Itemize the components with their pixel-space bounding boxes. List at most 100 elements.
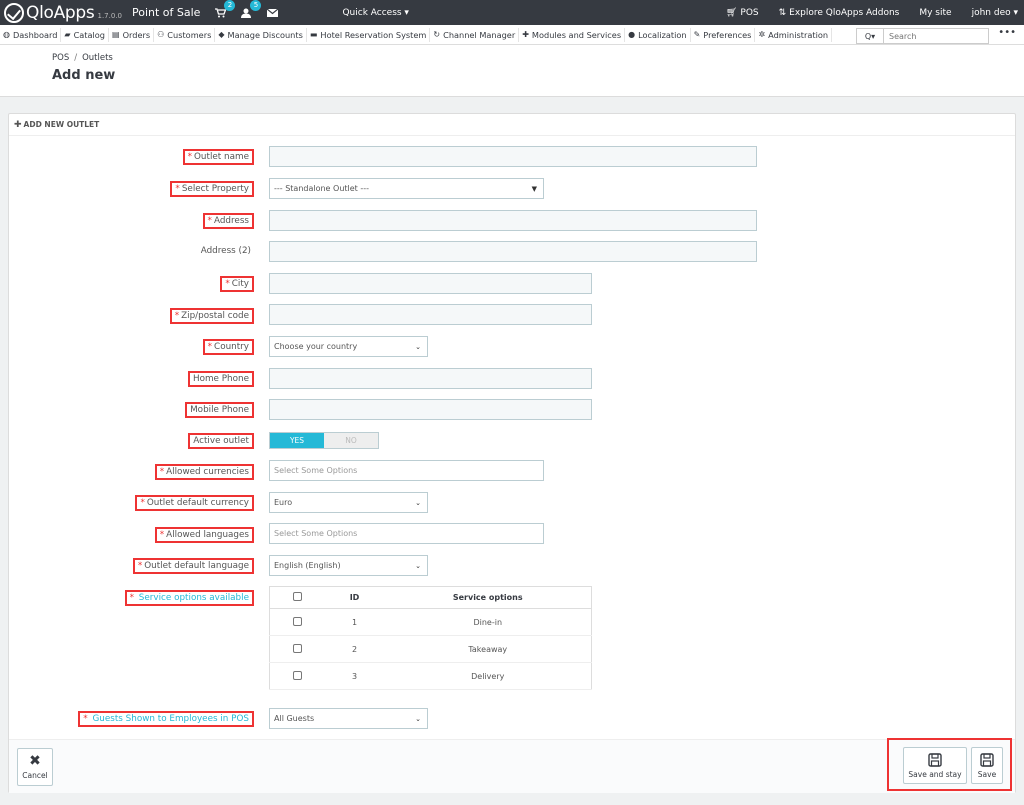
row-checkbox[interactable]: [292, 643, 302, 653]
cart-icon[interactable]: 2: [214, 0, 236, 20]
my-site-link[interactable]: My site: [919, 8, 951, 18]
nav-label: Manage Discounts: [227, 29, 303, 40]
outlet-name-label-text: Outlet name: [194, 152, 249, 162]
city-input[interactable]: [269, 273, 592, 294]
id-header: ID: [324, 586, 385, 609]
top-bar: QloApps 1.7.0.0 Point of Sale 2 5 Quick …: [0, 0, 1024, 25]
explore-addons-link[interactable]: ⇅ Explore QloApps Addons: [779, 8, 900, 18]
nav-channel-manager[interactable]: ↻ Channel Manager: [430, 27, 520, 42]
mail-icon[interactable]: [266, 6, 278, 20]
save-buttons-highlight: Save and stay Save: [887, 738, 1012, 791]
nav-modules[interactable]: ✚ Modules and Services: [519, 27, 626, 42]
row-checkbox[interactable]: [292, 616, 302, 626]
nav-preferences[interactable]: ✎ Preferences: [691, 27, 756, 42]
allowed-currencies-label-text: Allowed currencies: [166, 467, 249, 477]
table-header-row: ID Service options: [269, 586, 592, 609]
cancel-button[interactable]: ✖ Cancel: [17, 748, 53, 786]
city-label-text: City: [231, 279, 249, 289]
quick-access-menu[interactable]: Quick Access ▾: [342, 8, 409, 18]
explore-addons-label: Explore QloApps Addons: [789, 7, 900, 18]
nav-orders[interactable]: ▤ Orders: [109, 27, 155, 42]
default-currency-value: Euro: [274, 498, 293, 507]
toggle-yes[interactable]: YES: [270, 433, 324, 448]
allowed-languages-multiselect[interactable]: Select Some Options: [269, 523, 544, 544]
row-service: Takeaway: [384, 635, 592, 663]
search-input[interactable]: [883, 28, 989, 44]
allowed-currencies-label: * Allowed currencies: [154, 464, 254, 480]
nav-dashboard[interactable]: ◍ Dashboard: [0, 27, 62, 42]
home-phone-input[interactable]: [269, 368, 592, 389]
breadcrumb-outlets[interactable]: Outlets: [82, 53, 113, 63]
nav-customers[interactable]: ⚇ Customers: [154, 27, 216, 42]
chevron-down-icon: ⌄: [415, 714, 421, 723]
guests-shown-select[interactable]: All Guests ⌄: [269, 708, 428, 729]
allowed-languages-label: * Allowed languages: [154, 527, 254, 543]
address-input[interactable]: [269, 210, 757, 231]
guests-shown-label-text: Guests Shown to Employees in POS: [92, 714, 249, 724]
version-label: 1.7.0.0: [97, 11, 122, 20]
select-property-dropdown[interactable]: --- Standalone Outlet --- ▼: [269, 178, 544, 199]
nav-administration[interactable]: ✲ Administration: [755, 27, 833, 42]
logo-check-icon: [4, 2, 24, 23]
service-options-label-text: Service options available: [138, 593, 249, 603]
row-checkbox[interactable]: [292, 670, 302, 680]
cart-badge: 2: [224, 0, 236, 11]
mobile-phone-input[interactable]: [269, 399, 592, 420]
nav-label: Orders: [122, 29, 151, 40]
row-id: 3: [324, 662, 385, 690]
nav-localization[interactable]: ● Localization: [625, 27, 691, 42]
nav-label: Dashboard: [12, 29, 58, 40]
outlet-name-input[interactable]: [269, 146, 757, 167]
breadcrumb-pos[interactable]: POS: [52, 53, 69, 63]
customers-icon: ⚇: [157, 30, 165, 39]
nav-label: Localization: [638, 29, 687, 40]
wrench-icon: ✎: [693, 30, 701, 39]
nav-label: Preferences: [703, 29, 752, 40]
toggle-no[interactable]: NO: [324, 433, 378, 448]
allowed-currencies-multiselect[interactable]: Select Some Options: [269, 460, 544, 481]
nav-hotel-reservation[interactable]: ▬ Hotel Reservation System: [307, 27, 431, 42]
select-property-value: --- Standalone Outlet ---: [274, 184, 370, 193]
default-language-value: English (English): [274, 561, 341, 570]
nav-catalog[interactable]: ▰ Catalog: [61, 27, 110, 42]
default-language-select[interactable]: English (English) ⌄: [269, 555, 428, 576]
pos-link-label: POS: [740, 7, 759, 18]
active-outlet-label: Active outlet: [188, 433, 254, 449]
nav-label: Administration: [768, 29, 829, 40]
search-type-button[interactable]: Q▾: [856, 28, 883, 44]
zip-input[interactable]: [269, 304, 592, 325]
row-service: Dine-in: [384, 608, 592, 636]
address-label: * Address: [202, 213, 254, 229]
nav-label: Modules and Services: [531, 29, 622, 40]
nav-label: Catalog: [73, 29, 106, 40]
save-and-stay-button[interactable]: Save and stay: [903, 747, 967, 784]
app-name: Point of Sale: [131, 6, 201, 19]
page-title: Add new: [52, 68, 116, 83]
breadcrumb: POS / Outlets: [52, 53, 113, 63]
default-currency-label: * Outlet default currency: [135, 495, 254, 511]
save-button[interactable]: Save: [971, 747, 1003, 784]
user-menu[interactable]: john deo ▾: [972, 8, 1018, 18]
select-all-cell: [269, 586, 325, 609]
table-row: 3 Delivery: [269, 662, 592, 690]
zip-label: * Zip/postal code: [169, 308, 254, 324]
row-checkbox-cell: [269, 635, 325, 663]
pos-link[interactable]: 🛒︎ POS: [726, 8, 759, 18]
floppy-disk-icon: [928, 752, 942, 767]
default-currency-select[interactable]: Euro ⌄: [269, 492, 428, 513]
qloapps-logo[interactable]: QloApps 1.7.0.0: [4, 2, 122, 23]
address2-input[interactable]: [269, 241, 757, 262]
addons-icon: ⇅: [778, 7, 787, 18]
main-nav: ◍ Dashboard ▰ Catalog ▤ Orders ⚇ Customers ◆…: [0, 25, 1024, 45]
user-badge: 5: [250, 0, 262, 11]
country-select[interactable]: Choose your country ⌄: [269, 336, 428, 357]
mobile-phone-label-text: Mobile Phone: [190, 405, 249, 415]
pos-cart-icon: 🛒︎: [725, 7, 738, 18]
select-all-checkbox[interactable]: [292, 592, 302, 601]
more-icon[interactable]: •••: [998, 27, 1016, 38]
row-checkbox-cell: [269, 608, 325, 636]
outlet-name-label: * Outlet name: [182, 149, 254, 165]
user-icon[interactable]: 5: [240, 0, 262, 20]
cancel-label: Cancel: [22, 771, 48, 780]
nav-discounts[interactable]: ◆ Manage Discounts: [215, 27, 307, 42]
